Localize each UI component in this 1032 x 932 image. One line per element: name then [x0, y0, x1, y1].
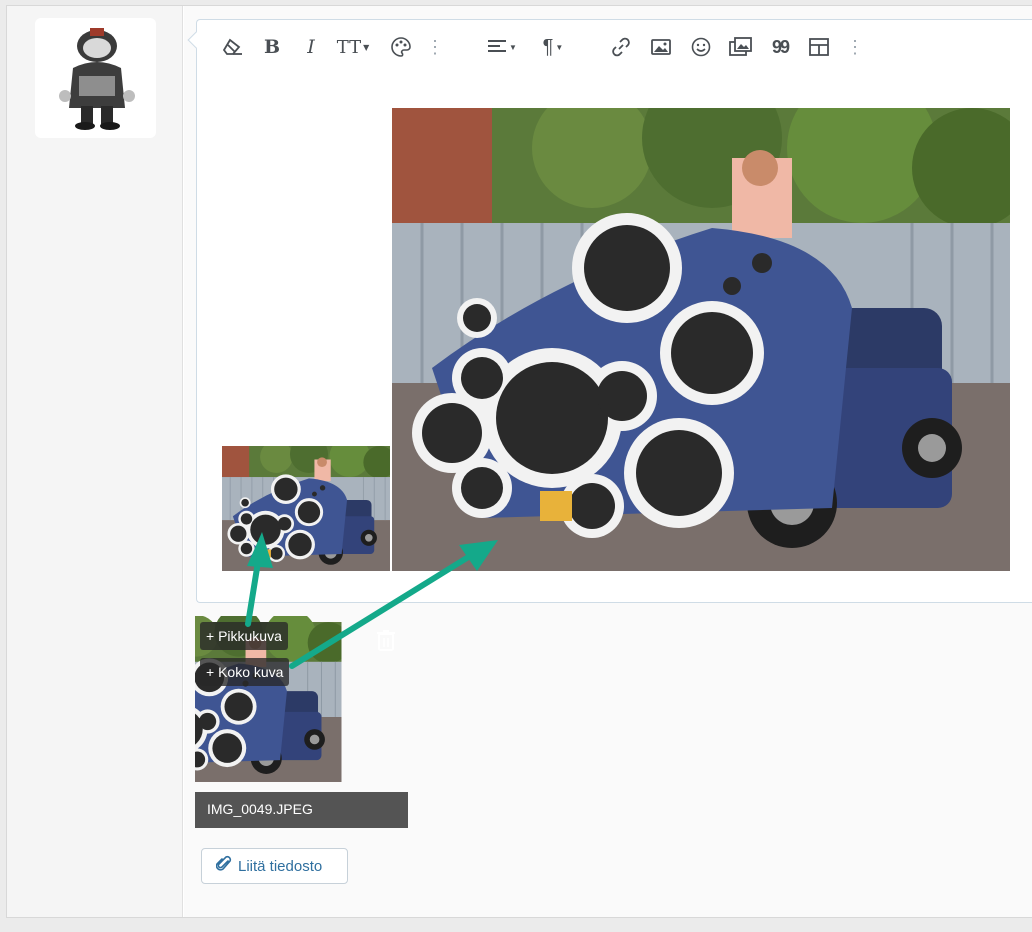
chevron-down-icon: ▼ — [555, 42, 564, 52]
quote-icon[interactable]: 99 — [767, 34, 793, 60]
clear-format-icon[interactable] — [221, 34, 245, 60]
more-options-icon[interactable]: ⋮ — [846, 34, 864, 60]
paragraph-glyph: ¶ — [542, 35, 554, 58]
media-gallery-icon[interactable] — [727, 34, 755, 60]
text-size-icon[interactable]: TT ▼ — [333, 34, 373, 60]
italic-icon[interactable]: I — [301, 34, 321, 60]
bold-icon[interactable]: B — [261, 34, 283, 60]
insert-fullsize-button[interactable]: + Koko kuva — [200, 658, 290, 686]
palette-icon[interactable] — [389, 34, 413, 60]
user-sidebar — [7, 6, 183, 917]
avatar[interactable] — [35, 18, 156, 138]
text-size-glyph: TT — [336, 36, 362, 58]
chevron-down-icon: ▼ — [509, 42, 517, 52]
insert-thumbnail-button[interactable]: + Pikkukuva — [200, 622, 288, 650]
attach-file-label: Liitä tiedosto — [238, 857, 323, 875]
embedded-thumbnail-image[interactable] — [222, 446, 390, 571]
paragraph-icon[interactable]: ¶ ▼ — [535, 34, 571, 60]
trash-icon[interactable] — [376, 629, 396, 651]
table-icon[interactable] — [807, 34, 831, 60]
attachment-filename: IMG_0049.JPEG — [195, 792, 408, 828]
more-options-icon[interactable]: ⋮ — [426, 34, 444, 60]
align-icon[interactable]: ▼ — [483, 34, 521, 60]
embedded-full-image[interactable] — [392, 108, 1010, 571]
paperclip-icon — [215, 855, 238, 877]
image-icon[interactable] — [649, 34, 673, 60]
link-icon[interactable] — [609, 34, 633, 60]
avatar-image — [59, 28, 135, 130]
emoji-icon[interactable] — [689, 34, 713, 60]
chevron-down-icon: ▼ — [363, 42, 370, 52]
editor-toolbar: B I TT ▼ ⋮ ▼ ¶ ▼ 99 ⋮ — [197, 20, 1032, 74]
attach-file-button[interactable]: Liitä tiedosto — [201, 848, 348, 884]
